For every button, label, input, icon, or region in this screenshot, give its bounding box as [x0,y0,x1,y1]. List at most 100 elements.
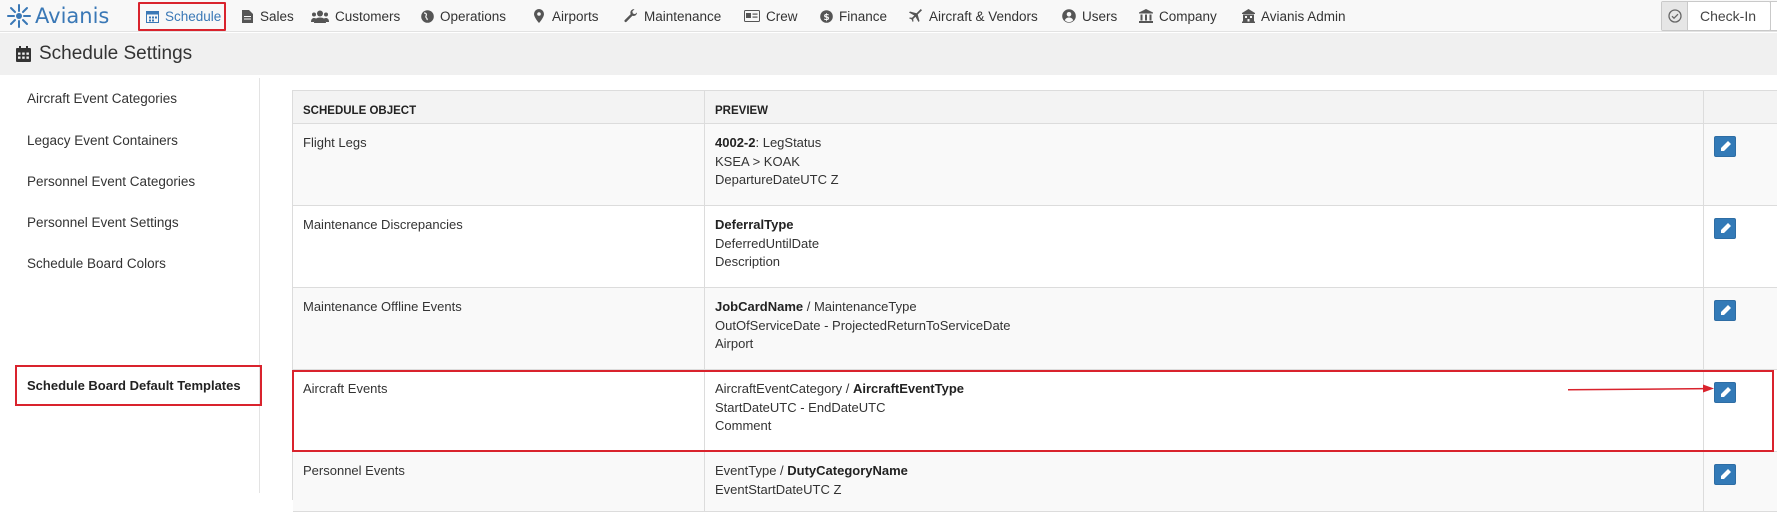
column-header-actions [1704,91,1777,123]
nav-label: Airports [552,8,599,24]
preview-field-bold: DeferralType [715,217,794,232]
plane-icon [908,9,923,23]
pencil-icon [1720,469,1731,480]
preview-line: DepartureDateUTC Z [715,171,1693,190]
nav-label: Aircraft & Vendors [929,8,1038,24]
calendar-icon [16,46,31,62]
nav-label: Crew [766,8,798,24]
refresh-button[interactable] [1770,1,1777,31]
edit-button[interactable] [1714,136,1736,157]
avianis-logo-icon [7,4,31,28]
preview-line: Description [715,253,1693,272]
top-navbar: Avianis Schedule Sales Customers Operati… [0,0,1777,32]
svg-text:$: $ [823,13,829,23]
users-icon [311,9,329,23]
schedule-object-cell: Flight Legs [293,124,705,205]
preview-cell: JobCardName / MaintenanceType OutOfServic… [705,288,1704,369]
preview-line: DeferralType [715,216,1693,235]
nav-sales[interactable]: Sales [240,4,294,28]
nav-avianis-admin[interactable]: Avianis Admin [1241,4,1346,28]
sidebar-item-personnel-event-settings[interactable]: Personnel Event Settings [27,215,179,230]
dollar-icon: $ [819,9,833,23]
nav-users[interactable]: Users [1062,4,1117,28]
preview-field: EventStartDateUTC Z [715,481,842,497]
bank-icon [1139,9,1153,23]
actions-cell [1704,288,1777,369]
edit-button[interactable] [1714,218,1736,239]
table-row: Maintenance Offline Events JobCardName /… [293,288,1777,370]
preview-line: EventType / DutyCategoryName [715,462,1693,481]
column-header-preview: PREVIEW [705,91,1704,123]
preview-field: KSEA > KOAK [715,153,800,169]
actions-cell [1704,206,1777,287]
user-circle-icon [1062,9,1076,23]
column-header-schedule-object: SCHEDULE OBJECT [293,91,705,123]
schedule-object-cell: Maintenance Discrepancies [293,206,705,287]
preview-field: Airport [715,336,754,351]
check-circle-icon [1662,2,1688,30]
nav-operations[interactable]: Operations [420,4,506,28]
nav-customers[interactable]: Customers [311,4,400,28]
nav-label: Users [1082,8,1118,24]
sidebar-item-schedule-board-default-templates[interactable]: Schedule Board Default Templates [15,365,262,406]
sidebar-item-schedule-board-colors[interactable]: Schedule Board Colors [27,256,166,271]
nav-label: Sales [260,8,294,24]
globe-icon [420,9,434,23]
nav-maintenance[interactable]: Maintenance [624,4,721,28]
nav-label: Finance [839,8,888,24]
page-title-text: Schedule Settings [39,43,193,64]
preview-field: : LegStatus [755,135,822,150]
nav-crew[interactable]: Crew [744,4,798,28]
red-arrow-annotation [1567,384,1714,393]
brand-name: Avianis [35,4,110,28]
sidebar-item-aircraft-event-categories[interactable]: Aircraft Event Categories [27,91,177,106]
nav-finance[interactable]: $ Finance [819,4,887,28]
sidebar-item-personnel-event-categories[interactable]: Personnel Event Categories [27,174,195,189]
table-row: Flight Legs 4002-2: LegStatus KSEA > KOAK… [293,124,1777,206]
preview-field: OutOfServiceDate - ProjectedReturnToServ… [715,317,1011,333]
preview-line: EventStartDateUTC Z [715,481,1693,500]
preview-field-bold: 4002-2 [715,135,756,150]
nav-label: Operations [440,8,507,24]
preview-field: DeferredUntilDate [715,235,820,251]
sidebar-item-legacy-event-containers[interactable]: Legacy Event Containers [27,133,178,148]
page-title: Schedule Settings [16,43,192,65]
id-card-icon [744,9,760,23]
table-header-row: SCHEDULE OBJECT PREVIEW [293,91,1777,124]
preview-line: 4002-2: LegStatus [715,134,1693,153]
preview-line: Airport [715,335,1693,354]
nav-label: Avianis Admin [1261,8,1346,24]
nav-airports[interactable]: Airports [532,4,599,28]
nav-label: Company [1159,8,1217,24]
table-row: Maintenance Discrepancies DeferralType De… [293,206,1777,288]
preview-field: Description [715,254,781,269]
preview-cell: DeferralType DeferredUntilDate Description [705,206,1704,287]
actions-cell [1704,452,1777,511]
preview-field-bold: DutyCategoryName [787,463,908,478]
check-in-button[interactable]: Check-In [1661,1,1771,31]
page-header: Schedule Settings [0,33,1777,75]
schedule-highlight-box [138,2,226,31]
map-marker-icon [532,9,546,23]
preview-field: EventType / [715,463,788,478]
preview-cell: EventType / DutyCategoryName EventStartDa… [705,452,1704,511]
preview-line: KSEA > KOAK [715,153,1693,172]
preview-field: / MaintenanceType [803,299,917,314]
preview-line: JobCardName / MaintenanceType [715,298,1693,317]
edit-button[interactable] [1714,464,1736,485]
admin-building-icon [1241,9,1255,23]
edit-button[interactable] [1714,300,1736,321]
pencil-icon [1720,141,1731,152]
check-in-label: Check-In [1700,8,1757,24]
preview-line: DeferredUntilDate [715,235,1693,254]
nav-label: Maintenance [644,8,722,24]
aircraft-events-highlight-box [292,370,1774,452]
nav-label: Customers [335,8,401,24]
brand-logo[interactable]: Avianis [6,2,109,30]
actions-cell [1704,124,1777,205]
nav-aircraft-vendors[interactable]: Aircraft & Vendors [908,4,1038,28]
preview-cell: 4002-2: LegStatus KSEA > KOAK DepartureDat… [705,124,1704,205]
nav-company[interactable]: Company [1139,4,1217,28]
pencil-icon [1720,223,1731,234]
schedule-object-cell: Personnel Events [293,452,705,511]
